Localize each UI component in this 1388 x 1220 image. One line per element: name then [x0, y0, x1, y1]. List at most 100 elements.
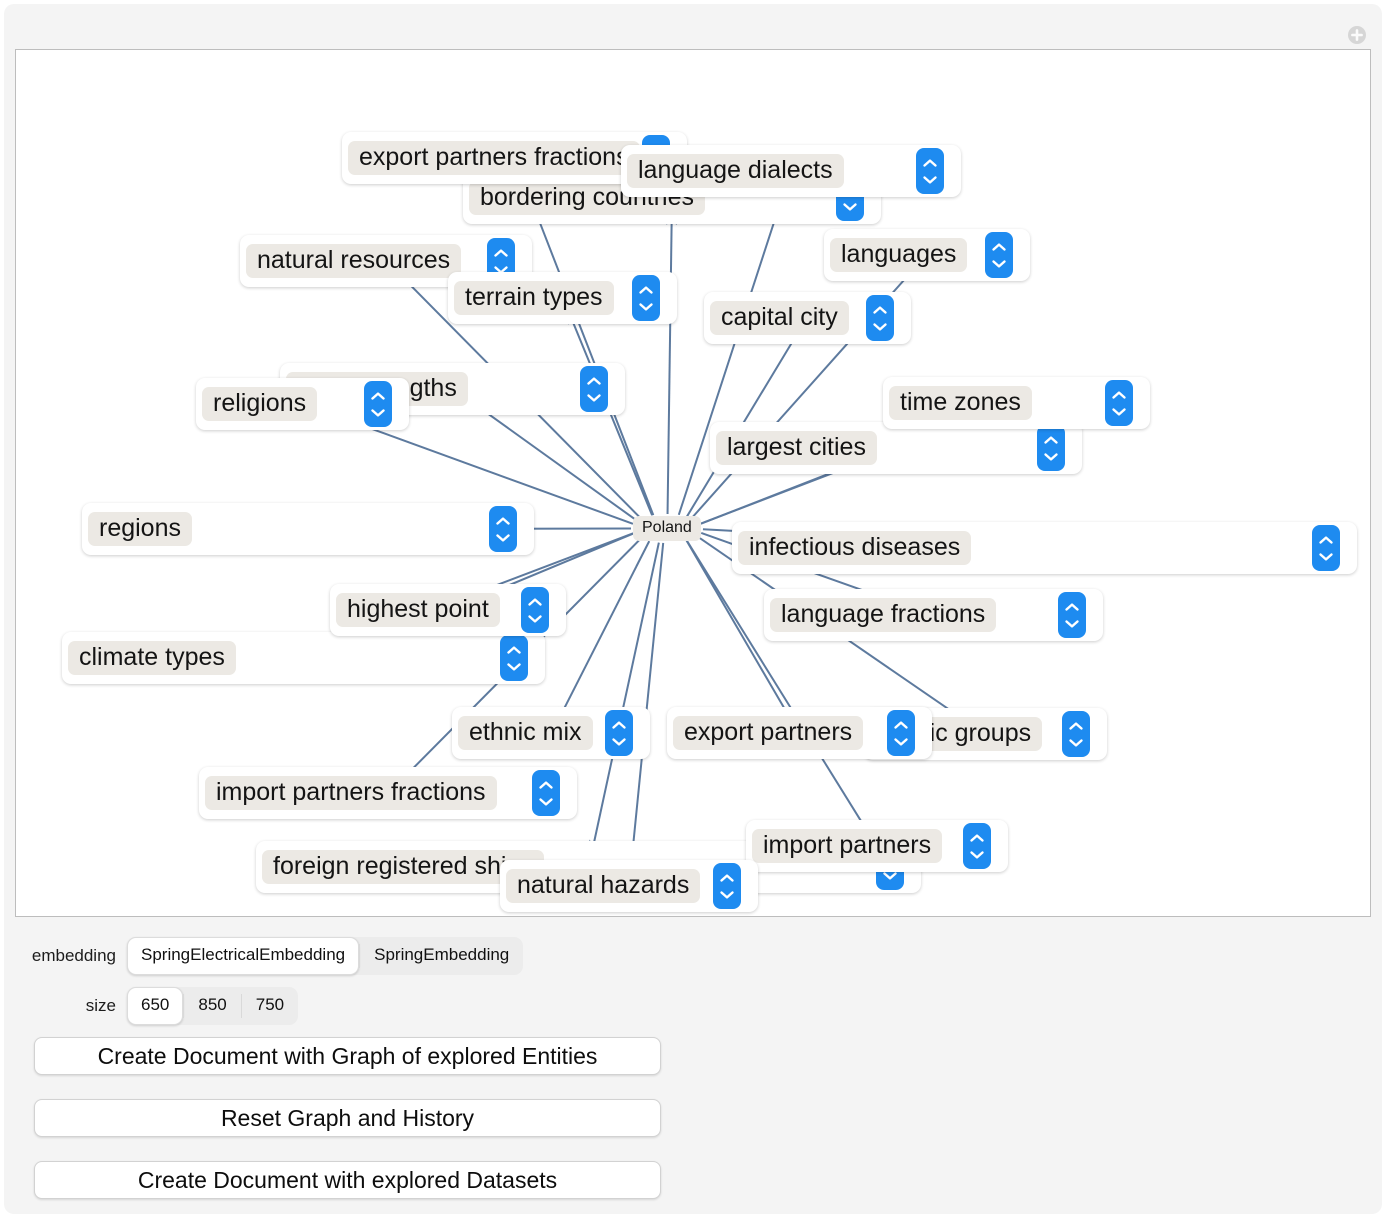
- graph-edge: [666, 209, 678, 515]
- size-option[interactable]: 750: [242, 987, 298, 1025]
- chevron-down-icon: [992, 259, 1006, 268]
- graph-node-label: infectious diseases: [738, 530, 972, 566]
- node-expand-spinner[interactable]: [580, 366, 608, 412]
- graph-canvas[interactable]: export partners fractions bordering count…: [15, 49, 1371, 917]
- node-expand-spinner[interactable]: [364, 381, 392, 427]
- graph-node-label: import partners fractions: [205, 775, 497, 811]
- size-option[interactable]: 650: [127, 987, 184, 1025]
- chevron-up-icon: [371, 391, 385, 400]
- graph-node[interactable]: climate types: [62, 632, 545, 684]
- chevron-up-icon: [507, 645, 521, 654]
- chevron-down-icon: [970, 850, 984, 859]
- action-button[interactable]: Create Document with explored Datasets: [34, 1161, 661, 1199]
- graph-node[interactable]: languages: [824, 229, 1030, 281]
- chevron-up-icon: [1065, 602, 1079, 611]
- graph-node[interactable]: religions: [196, 378, 409, 430]
- action-button[interactable]: Reset Graph and History: [34, 1099, 661, 1137]
- node-expand-spinner[interactable]: [713, 863, 741, 909]
- graph-root-node[interactable]: Poland: [633, 516, 701, 541]
- chevron-down-icon: [612, 737, 626, 746]
- graph-node[interactable]: import partners fractions: [199, 767, 577, 819]
- graph-node-label: ethnic mix: [458, 715, 593, 751]
- size-option[interactable]: 850: [184, 987, 240, 1025]
- node-expand-spinner[interactable]: [1105, 380, 1133, 426]
- chevron-down-icon: [1112, 407, 1126, 416]
- node-expand-spinner[interactable]: [500, 635, 528, 681]
- chevron-up-icon: [639, 285, 653, 294]
- chevron-down-icon: [894, 737, 908, 746]
- graph-node[interactable]: time zones: [883, 377, 1150, 429]
- graph-node-label: regions: [88, 511, 192, 547]
- chevron-up-icon: [496, 516, 510, 525]
- node-expand-spinner[interactable]: [521, 587, 549, 633]
- node-expand-spinner[interactable]: [1312, 525, 1340, 571]
- size-segmented-control[interactable]: 650 850 750: [127, 987, 299, 1025]
- chevron-up-icon: [873, 305, 887, 314]
- chevron-up-icon: [894, 720, 908, 729]
- chevron-down-icon: [1044, 452, 1058, 461]
- chevron-down-icon: [1319, 552, 1333, 561]
- graph-node-label: language dialects: [627, 153, 844, 189]
- node-expand-spinner[interactable]: [1037, 425, 1065, 471]
- graph-node-label: highest point: [336, 592, 500, 628]
- size-label: size: [85, 996, 116, 1015]
- chevron-down-icon: [496, 533, 510, 542]
- action-buttons: Create Document with Graph of explored E…: [4, 1037, 661, 1199]
- chevron-up-icon: [494, 248, 508, 257]
- graph-edge: [686, 540, 871, 837]
- graph-node[interactable]: import partners: [746, 820, 1008, 872]
- chevron-up-icon: [1112, 390, 1126, 399]
- embedding-option[interactable]: SpringElectricalEmbedding: [127, 937, 360, 975]
- node-expand-spinner[interactable]: [916, 148, 944, 194]
- graph-node[interactable]: export partners: [667, 707, 932, 759]
- graph-edge: [557, 540, 651, 723]
- graph-node[interactable]: language dialects: [621, 145, 961, 197]
- node-expand-spinner[interactable]: [1058, 592, 1086, 638]
- node-expand-spinner[interactable]: [866, 295, 894, 341]
- graph-node[interactable]: largest cities: [710, 422, 1082, 474]
- chevron-down-icon: [923, 175, 937, 184]
- chevron-down-icon: [507, 662, 521, 671]
- chevron-down-icon: [528, 614, 542, 623]
- chevron-down-icon: [371, 408, 385, 417]
- graph-node[interactable]: terrain types: [448, 272, 677, 324]
- size-setter: size 650 850 750: [4, 987, 299, 1025]
- chevron-down-icon: [720, 890, 734, 899]
- graph-node-label: natural resources: [246, 243, 462, 279]
- app-panel: export partners fractions bordering count…: [4, 4, 1382, 1214]
- chevron-down-icon: [873, 322, 887, 331]
- graph-node-label: climate types: [68, 640, 236, 676]
- node-expand-spinner[interactable]: [605, 710, 633, 756]
- graph-node-label: export partners fractions: [348, 140, 640, 176]
- plus-circle-icon[interactable]: [1347, 25, 1367, 45]
- embedding-segmented-control[interactable]: SpringElectricalEmbedding SpringEmbedding: [127, 937, 524, 975]
- graph-node-label: time zones: [889, 385, 1032, 421]
- graph-node-label: natural hazards: [506, 868, 701, 904]
- embedding-option[interactable]: SpringEmbedding: [360, 937, 523, 975]
- chevron-down-icon: [1069, 738, 1083, 747]
- node-expand-spinner[interactable]: [963, 823, 991, 869]
- graph-node[interactable]: capital city: [704, 292, 911, 344]
- graph-node[interactable]: regions: [82, 503, 534, 555]
- node-expand-spinner[interactable]: [1062, 711, 1090, 757]
- graph-node-label: export partners: [673, 715, 864, 751]
- node-expand-spinner[interactable]: [489, 506, 517, 552]
- graph-node[interactable]: highest point: [330, 584, 566, 636]
- graph-node-label: languages: [830, 237, 968, 273]
- node-expand-spinner[interactable]: [632, 275, 660, 321]
- graph-node[interactable]: natural hazards: [500, 860, 758, 912]
- node-expand-spinner[interactable]: [532, 770, 560, 816]
- graph-node[interactable]: ethnic mix: [452, 707, 650, 759]
- graph-node-label: terrain types: [454, 280, 614, 316]
- graph-node[interactable]: infectious diseases: [732, 522, 1357, 574]
- chevron-down-icon: [843, 202, 857, 211]
- graph-node[interactable]: language fractions: [764, 589, 1103, 641]
- embedding-label: embedding: [31, 946, 116, 965]
- chevron-up-icon: [1044, 435, 1058, 444]
- node-expand-spinner[interactable]: [887, 710, 915, 756]
- action-button[interactable]: Create Document with Graph of explored E…: [34, 1037, 661, 1075]
- embedding-setter: embedding SpringElectricalEmbedding Sprin…: [4, 937, 524, 975]
- chevron-down-icon: [587, 393, 601, 402]
- chevron-up-icon: [1319, 535, 1333, 544]
- node-expand-spinner[interactable]: [985, 232, 1013, 278]
